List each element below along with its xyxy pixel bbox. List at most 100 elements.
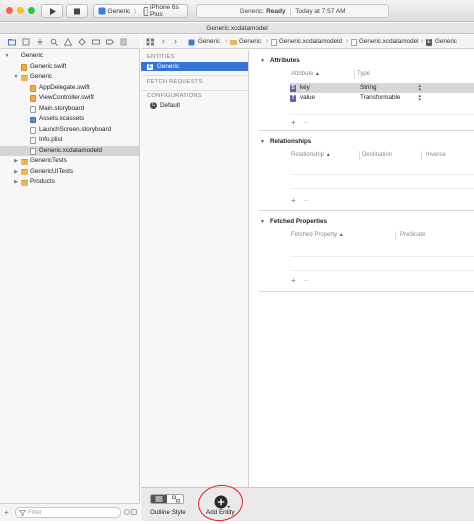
find-icon[interactable] bbox=[50, 38, 58, 46]
symbol-icon[interactable] bbox=[36, 38, 44, 46]
navigator-item[interactable]: AppDelegate.swift bbox=[0, 83, 139, 94]
breakpoint-icon[interactable] bbox=[106, 38, 115, 46]
app-icon bbox=[98, 7, 106, 15]
back-icon[interactable]: ‹ bbox=[162, 37, 165, 46]
remove-relationship-button[interactable]: − bbox=[304, 197, 309, 205]
recent-files-icon[interactable] bbox=[124, 508, 130, 518]
stop-button[interactable] bbox=[66, 4, 88, 18]
attribute-type[interactable]: Transformable bbox=[360, 93, 400, 103]
test-icon[interactable] bbox=[78, 38, 86, 46]
jumpbar-crumb-model[interactable]: Generic.xcdatamodel bbox=[359, 35, 419, 49]
scheme-separator: 〉 bbox=[133, 9, 140, 16]
disclosure-triangle-icon[interactable]: ▶ bbox=[13, 167, 19, 178]
outline-style-label: Outline Style bbox=[150, 509, 186, 516]
run-button[interactable] bbox=[41, 4, 63, 18]
add-relationship-button[interactable]: + bbox=[291, 197, 296, 205]
navigator-item[interactable]: LaunchScreen.storyboard bbox=[0, 125, 139, 136]
zoom-window-button[interactable] bbox=[28, 7, 35, 14]
add-fetched-property-button[interactable]: + bbox=[291, 277, 296, 285]
jumpbar-crumb-project[interactable]: Generic bbox=[198, 35, 220, 49]
debug-icon[interactable] bbox=[92, 38, 100, 46]
add-attribute-button[interactable]: + bbox=[291, 119, 296, 127]
type-column-header[interactable]: Type bbox=[357, 71, 370, 77]
disclosure-triangle-icon[interactable]: ▼ bbox=[4, 51, 10, 62]
entity-item[interactable]: E Generic bbox=[141, 62, 248, 71]
navigator-item[interactable]: Generic.xcdatamodeld bbox=[0, 145, 139, 156]
divider bbox=[141, 90, 248, 91]
add-file-icon[interactable]: + bbox=[4, 509, 9, 517]
disclosure-triangle-icon[interactable]: ▶ bbox=[13, 156, 19, 167]
source-control-icon[interactable] bbox=[22, 38, 30, 46]
type-popup-chevron-icon[interactable]: ▴ ▾ bbox=[418, 84, 421, 93]
navigator-item[interactable]: ▼ Generic bbox=[0, 51, 139, 62]
column-divider bbox=[359, 151, 360, 160]
jump-bar: ‹ › Generic › Generic › Generic.xcdatamo… bbox=[141, 35, 474, 49]
navigator-filter-bar: + Filter bbox=[0, 503, 140, 521]
table-style-icon bbox=[155, 496, 163, 502]
filter-input[interactable]: Filter bbox=[15, 507, 121, 518]
destination-column-header[interactable]: Destination bbox=[362, 152, 392, 158]
attribute-name[interactable]: key bbox=[300, 83, 310, 93]
attribute-column-header[interactable]: Attribute ▲ bbox=[291, 71, 320, 77]
disclosure-triangle-icon[interactable]: ▼ bbox=[260, 58, 265, 64]
doc-icon bbox=[30, 147, 36, 155]
graph-style-button[interactable] bbox=[168, 495, 183, 503]
navigator-item[interactable]: Info.plist bbox=[0, 135, 139, 146]
entity-badge-icon: E bbox=[147, 63, 153, 70]
section-divider bbox=[259, 210, 474, 211]
navigator-item[interactable]: ▶ GenericTests bbox=[0, 156, 139, 167]
remove-attribute-button[interactable]: − bbox=[304, 119, 309, 127]
forward-icon[interactable]: › bbox=[174, 37, 177, 46]
issue-icon[interactable] bbox=[63, 37, 73, 46]
attribute-row[interactable]: T value Transformable ▴ ▾ bbox=[290, 93, 474, 103]
navigator-item[interactable]: ▶ GenericUITests bbox=[0, 167, 139, 178]
stop-icon bbox=[74, 8, 80, 15]
disclosure-triangle-icon[interactable]: ▶ bbox=[13, 177, 19, 188]
minimize-window-button[interactable] bbox=[17, 7, 24, 14]
scheme-selector[interactable]: Generic 〉 iPhone 6s Plus bbox=[93, 4, 188, 18]
folder-icon bbox=[21, 158, 28, 165]
navigator-item-label: AppDelegate.swift bbox=[39, 83, 90, 91]
navigator-item-label: Info.plist bbox=[39, 136, 63, 143]
navigator-item-label: Products bbox=[30, 178, 55, 185]
doc-icon bbox=[30, 105, 36, 113]
editor-style-control[interactable] bbox=[150, 494, 184, 504]
datamodel-bundle-icon bbox=[271, 38, 277, 46]
table-style-button[interactable] bbox=[151, 495, 167, 503]
disclosure-triangle-icon[interactable]: ▼ bbox=[260, 219, 265, 225]
navigator-item[interactable]: ViewController.swift bbox=[0, 93, 139, 104]
attribute-name[interactable]: value bbox=[300, 93, 315, 103]
tab-bar: Generic.xcdatamodel bbox=[0, 23, 474, 34]
configuration-item[interactable]: C Default bbox=[141, 101, 248, 110]
report-icon[interactable] bbox=[120, 38, 128, 46]
section-divider bbox=[259, 291, 474, 292]
inverse-column-header[interactable]: Inverse bbox=[426, 152, 446, 158]
attribute-type[interactable]: String bbox=[360, 83, 376, 93]
attribute-row[interactable]: S key String ▴ ▾ bbox=[290, 83, 474, 93]
column-divider bbox=[354, 70, 355, 79]
scm-filter-icon[interactable] bbox=[131, 508, 137, 518]
jumpbar-crumb-entity[interactable]: Generic bbox=[435, 35, 457, 49]
navigator-item[interactable]: Main.storyboard bbox=[0, 104, 139, 115]
navigator-item-label: Generic.xcdatamodeld bbox=[39, 146, 103, 154]
fetched-property-column-header[interactable]: Fetched Property ▲ bbox=[291, 232, 344, 238]
jumpbar-crumb-group[interactable]: Generic bbox=[239, 35, 261, 49]
navigator-item[interactable]: Generic.swift bbox=[0, 62, 139, 73]
tab-title[interactable]: Generic.xcdatamodel bbox=[206, 25, 267, 32]
navigator-item[interactable]: ▼ Generic bbox=[0, 72, 139, 83]
type-popup-chevron-icon[interactable]: ▴ ▾ bbox=[418, 94, 421, 103]
disclosure-triangle-icon[interactable]: ▼ bbox=[13, 72, 19, 83]
folder-icon[interactable] bbox=[8, 38, 16, 46]
navigator-item[interactable]: ▶ Products bbox=[0, 177, 139, 188]
related-items-icon[interactable] bbox=[146, 38, 155, 49]
predicate-column-header[interactable]: Predicate bbox=[400, 232, 425, 238]
navigator-item[interactable]: Assets.xcassets bbox=[0, 114, 139, 125]
jumpbar-crumb-bundle[interactable]: Generic.xcdatamodeld bbox=[279, 35, 342, 49]
close-window-button[interactable] bbox=[6, 7, 13, 14]
relationship-column-header[interactable]: Relationship ▲ bbox=[291, 152, 331, 158]
remove-fetched-property-button[interactable]: − bbox=[304, 277, 309, 285]
configuration-badge-icon: C bbox=[150, 102, 157, 109]
device-icon bbox=[143, 6, 148, 16]
divider bbox=[141, 75, 248, 76]
disclosure-triangle-icon[interactable]: ▼ bbox=[260, 139, 265, 145]
